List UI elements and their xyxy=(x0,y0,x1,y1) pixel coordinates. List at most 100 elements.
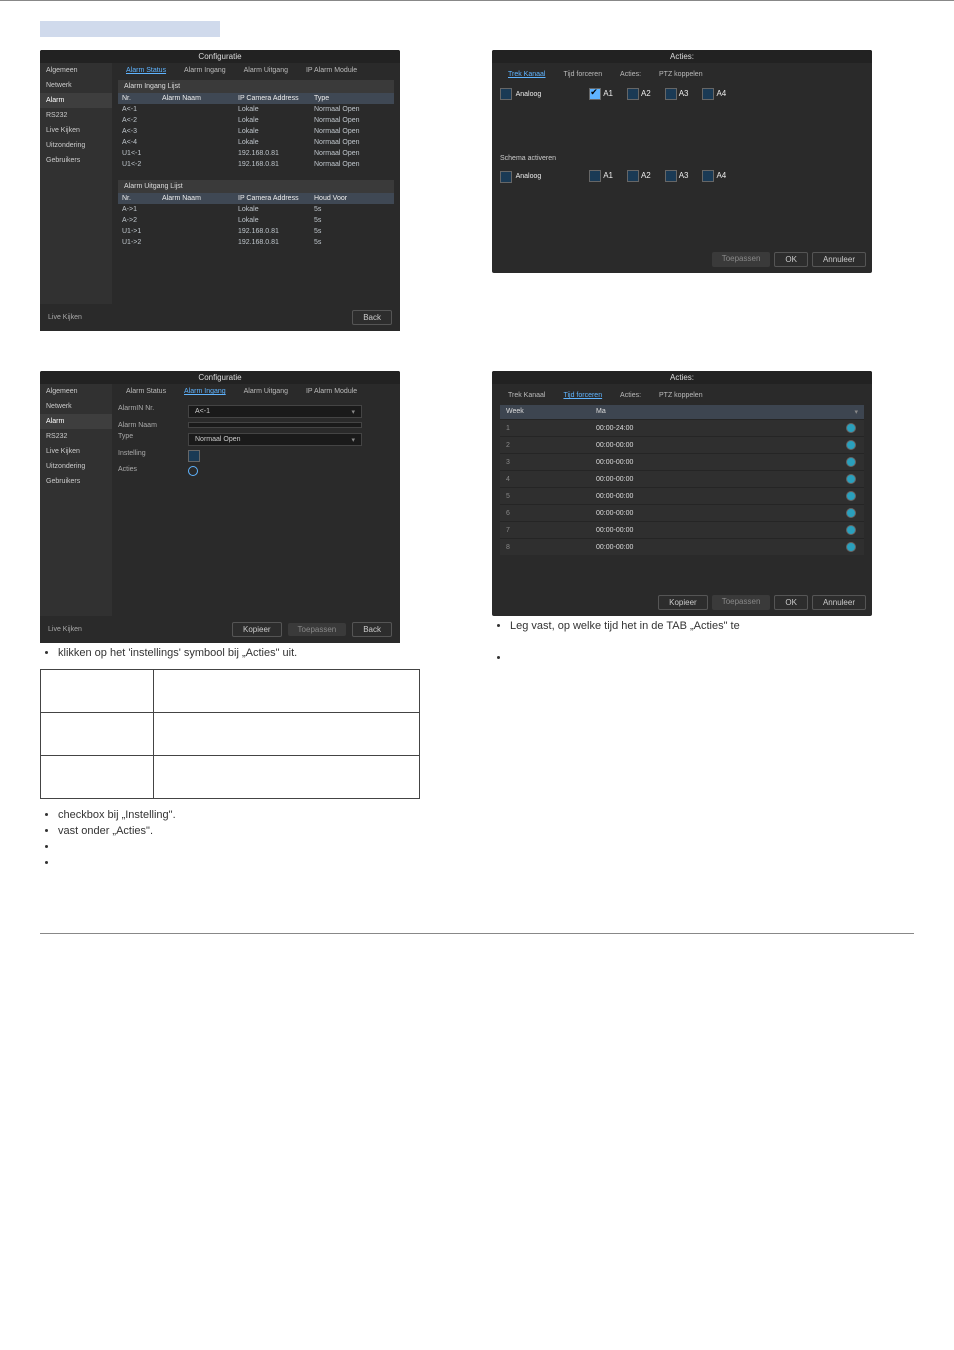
schema-a3-checkbox[interactable] xyxy=(665,170,677,182)
table-row[interactable]: A->1Lokale5s xyxy=(118,204,394,215)
row-number: 4 xyxy=(506,476,596,483)
table-row[interactable]: A<-4LokaleNormaal Open xyxy=(118,137,394,148)
sidebar-item[interactable]: RS232 xyxy=(40,429,112,444)
sidebar-item[interactable]: Algemeen xyxy=(40,63,112,78)
tab-alarm-ingang[interactable]: Alarm Ingang xyxy=(176,384,234,399)
time-range[interactable]: 00:00-00:00 xyxy=(596,544,846,551)
form-field[interactable] xyxy=(188,422,362,428)
sidebar-item[interactable]: Netwerk xyxy=(40,78,112,93)
sidebar-item[interactable]: Gebruikers xyxy=(40,153,112,168)
row-number: 1 xyxy=(506,425,596,432)
tab-tijd-forceren[interactable]: Tijd forceren xyxy=(555,388,610,403)
tab-alarm-ingang[interactable]: Alarm Ingang xyxy=(176,63,234,78)
time-range[interactable]: 00:00-00:00 xyxy=(596,476,846,483)
sidebar-item-alarm[interactable]: Alarm xyxy=(40,414,112,429)
tab-ip-alarm-module[interactable]: IP Alarm Module xyxy=(298,63,365,78)
week-dropdown[interactable]: Ma xyxy=(596,408,858,416)
table-row[interactable]: U1->2192.168.0.815s xyxy=(118,237,394,248)
back-button[interactable]: Back xyxy=(352,622,392,637)
sidebar-item-alarm[interactable]: Alarm xyxy=(40,93,112,108)
ok-button[interactable]: OK xyxy=(774,252,808,267)
sidebar-item[interactable]: Uitzondering xyxy=(40,459,112,474)
sidebar-item[interactable]: Netwerk xyxy=(40,399,112,414)
table-row[interactable]: A<-1LokaleNormaal Open xyxy=(118,104,394,115)
settings-icon[interactable] xyxy=(846,542,856,552)
analoog2-checkbox[interactable] xyxy=(500,171,512,183)
time-range[interactable]: 00:00-24:00 xyxy=(596,425,846,432)
schema-a1-checkbox[interactable] xyxy=(589,170,601,182)
tab-ptz-koppelen[interactable]: PTZ koppelen xyxy=(651,388,711,403)
tabs: Alarm Status Alarm Ingang Alarm Uitgang … xyxy=(118,63,394,78)
settings-icon[interactable] xyxy=(846,508,856,518)
time-range[interactable]: 00:00-00:00 xyxy=(596,459,846,466)
tab-trek-kanaal[interactable]: Trek Kanaal xyxy=(500,67,553,82)
kopieer-button[interactable]: Kopieer xyxy=(658,595,708,610)
tab-tijd-forceren[interactable]: Tijd forceren xyxy=(555,67,610,82)
tab-alarm-uitgang[interactable]: Alarm Uitgang xyxy=(236,63,296,78)
a3-checkbox[interactable] xyxy=(665,88,677,100)
time-range[interactable]: 00:00-00:00 xyxy=(596,510,846,517)
form-field[interactable]: Normaal Open xyxy=(188,433,362,446)
sidebar: Algemeen Netwerk Alarm RS232 Live Kijken… xyxy=(40,384,112,616)
tab-alarm-status[interactable]: Alarm Status xyxy=(118,63,174,78)
tab-ptz-koppelen[interactable]: PTZ koppelen xyxy=(651,67,711,82)
sidebar-item[interactable]: RS232 xyxy=(40,108,112,123)
sidebar-item[interactable]: Algemeen xyxy=(40,384,112,399)
gear-icon[interactable] xyxy=(188,466,198,476)
schema-a2-checkbox[interactable] xyxy=(627,170,639,182)
bullet-empty xyxy=(58,841,462,853)
settings-icon[interactable] xyxy=(846,423,856,433)
tab-alarm-uitgang[interactable]: Alarm Uitgang xyxy=(236,384,296,399)
a1-checkbox[interactable] xyxy=(589,88,601,100)
analoog-checkbox[interactable] xyxy=(500,88,512,100)
schema-a4-checkbox[interactable] xyxy=(702,170,714,182)
time-range[interactable]: 00:00-00:00 xyxy=(596,442,846,449)
settings-icon[interactable] xyxy=(846,457,856,467)
bullet-text: vast onder „Acties". xyxy=(58,825,462,837)
a2-checkbox[interactable] xyxy=(627,88,639,100)
live-kijken-link[interactable]: Live Kijken xyxy=(48,314,82,321)
toepassen-button[interactable]: Toepassen xyxy=(712,595,771,610)
week-label: Week xyxy=(506,408,596,416)
tabs: Trek Kanaal Tijd forceren Acties: PTZ ko… xyxy=(500,388,864,403)
back-button[interactable]: Back xyxy=(352,310,392,325)
live-kijken-link[interactable]: Live Kijken xyxy=(48,626,82,633)
instelling-checkbox[interactable] xyxy=(188,450,200,462)
schedule-row: 200:00-00:00 xyxy=(500,436,864,453)
sidebar-item[interactable]: Live Kijken xyxy=(40,444,112,459)
time-range[interactable]: 00:00-00:00 xyxy=(596,527,846,534)
tab-trek-kanaal[interactable]: Trek Kanaal xyxy=(500,388,553,403)
table-row[interactable]: U1<-1192.168.0.81Normaal Open xyxy=(118,148,394,159)
tab-acties[interactable]: Acties: xyxy=(612,388,649,403)
sidebar-item[interactable]: Uitzondering xyxy=(40,138,112,153)
settings-icon[interactable] xyxy=(846,491,856,501)
a4-checkbox[interactable] xyxy=(702,88,714,100)
schedule-row: 800:00-00:00 xyxy=(500,538,864,555)
toepassen-button[interactable]: Toepassen xyxy=(288,623,347,636)
tab-alarm-status[interactable]: Alarm Status xyxy=(118,384,174,399)
tab-acties[interactable]: Acties: xyxy=(612,67,649,82)
tab-ip-alarm-module[interactable]: IP Alarm Module xyxy=(298,384,365,399)
sidebar-item[interactable]: Live Kijken xyxy=(40,123,112,138)
row-number: 3 xyxy=(506,459,596,466)
form-field[interactable]: A<-1 xyxy=(188,405,362,418)
table-row[interactable]: A<-2LokaleNormaal Open xyxy=(118,115,394,126)
settings-icon[interactable] xyxy=(846,440,856,450)
annuleer-button[interactable]: Annuleer xyxy=(812,595,866,610)
table-row[interactable]: A->2Lokale5s xyxy=(118,215,394,226)
ok-button[interactable]: OK xyxy=(774,595,808,610)
acties-trek-kanaal-panel: Acties: Trek Kanaal Tijd forceren Acties… xyxy=(492,50,872,273)
table-row[interactable]: U1->1192.168.0.815s xyxy=(118,226,394,237)
settings-icon[interactable] xyxy=(846,474,856,484)
annuleer-button[interactable]: Annuleer xyxy=(812,252,866,267)
schedule-row: 500:00-00:00 xyxy=(500,487,864,504)
bullet-empty xyxy=(58,857,462,869)
time-range[interactable]: 00:00-00:00 xyxy=(596,493,846,500)
table-row[interactable]: A<-3LokaleNormaal Open xyxy=(118,126,394,137)
table-row[interactable]: U1<-2192.168.0.81Normaal Open xyxy=(118,159,394,170)
sidebar-item[interactable]: Gebruikers xyxy=(40,474,112,489)
toepassen-button[interactable]: Toepassen xyxy=(712,252,771,267)
kopieer-button[interactable]: Kopieer xyxy=(232,622,282,637)
config-alarm-ingang-panel: Configuratie Algemeen Netwerk Alarm RS23… xyxy=(40,371,400,643)
settings-icon[interactable] xyxy=(846,525,856,535)
